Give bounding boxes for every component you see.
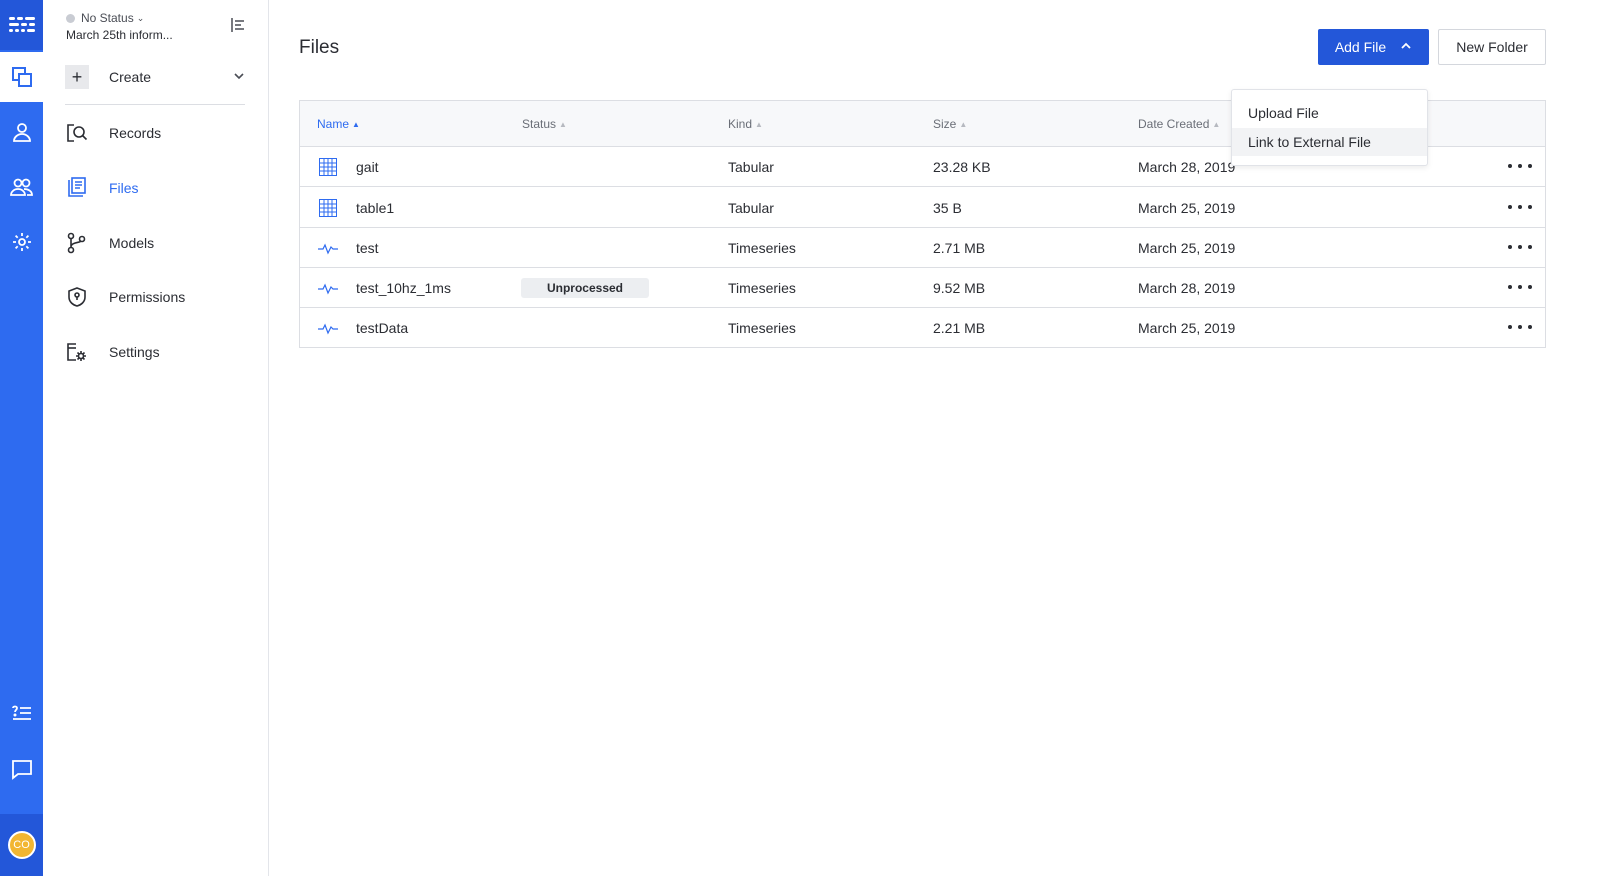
create-label: Create: [109, 69, 152, 85]
avatar[interactable]: CO: [7, 831, 36, 859]
file-kind: Timeseries: [728, 280, 796, 296]
more-options-icon[interactable]: [1508, 197, 1532, 217]
add-file-button[interactable]: Add File: [1318, 29, 1429, 65]
file-kind: Timeseries: [728, 320, 796, 336]
plus-icon: +: [65, 65, 89, 89]
help-list-icon[interactable]: [0, 689, 43, 739]
user-icon[interactable]: [0, 107, 43, 157]
column-header-kind[interactable]: Kind ▲: [728, 117, 763, 131]
chevron-down-icon: [233, 69, 245, 85]
sort-icon: ▲: [559, 119, 567, 129]
file-name[interactable]: test_10hz_1ms: [356, 280, 451, 296]
table-row[interactable]: table1 Tabular 35 B March 25, 2019: [300, 188, 1545, 228]
sidebar-item-files[interactable]: Files: [65, 173, 245, 203]
timeseries-wave-icon: [318, 238, 338, 258]
file-name[interactable]: testData: [356, 320, 408, 336]
file-kind: Tabular: [728, 200, 774, 216]
sidebar-item-label: Files: [109, 180, 139, 196]
file-name[interactable]: gait: [356, 159, 379, 175]
team-icon[interactable]: [0, 162, 43, 212]
file-size: 35 B: [933, 200, 962, 216]
more-options-icon[interactable]: [1508, 156, 1532, 176]
file-date-created: March 28, 2019: [1138, 280, 1236, 296]
menu-item-link-external-file[interactable]: Link to External File: [1232, 128, 1427, 156]
records-search-icon: [65, 121, 89, 145]
status-label: No Status: [81, 11, 134, 25]
sort-icon: ▲: [959, 119, 968, 129]
table-row[interactable]: test_10hz_1ms Unprocessed Timeseries 9.5…: [300, 268, 1545, 308]
file-name[interactable]: table1: [356, 200, 394, 216]
create-button[interactable]: + Create: [65, 62, 245, 92]
menu-item-upload-file[interactable]: Upload File: [1232, 99, 1427, 127]
sidebar-item-permissions[interactable]: Permissions: [65, 282, 245, 312]
status-selector[interactable]: No Status ⌄: [66, 11, 173, 25]
file-kind: Timeseries: [728, 240, 796, 256]
sidebar: No Status ⌄ March 25th inform... + Creat…: [43, 0, 269, 876]
add-file-label: Add File: [1334, 39, 1387, 55]
files-icon: [65, 176, 89, 200]
column-header-status[interactable]: Status ▲: [522, 117, 567, 131]
sidebar-item-label: Settings: [109, 344, 160, 360]
dataset-status-block[interactable]: No Status ⌄ March 25th inform...: [66, 11, 173, 42]
file-size: 23.28 KB: [933, 159, 991, 175]
sidebar-item-label: Models: [109, 235, 155, 251]
column-header-name[interactable]: Name ▲: [317, 117, 360, 131]
file-date-created: March 25, 2019: [1138, 200, 1236, 216]
chat-icon[interactable]: [0, 744, 43, 794]
status-badge: Unprocessed: [521, 278, 649, 298]
sort-icon: ▲: [1212, 119, 1221, 129]
sort-asc-icon: ▲: [352, 119, 360, 129]
more-options-icon[interactable]: [1508, 277, 1532, 297]
file-date-created: March 28, 2019: [1138, 159, 1236, 175]
file-date-created: March 25, 2019: [1138, 240, 1236, 256]
shield-icon: [65, 285, 89, 309]
sidebar-item-label: Permissions: [109, 289, 186, 305]
file-name[interactable]: test: [356, 240, 379, 256]
collapse-sidebar-icon[interactable]: [230, 17, 246, 38]
status-dot: [66, 13, 75, 23]
column-label: Size: [933, 117, 957, 131]
chevron-down-icon: ⌄: [136, 12, 145, 23]
avatar-container: CO: [0, 814, 43, 876]
more-options-icon[interactable]: [1508, 237, 1532, 257]
more-options-icon[interactable]: [1508, 317, 1532, 337]
add-file-dropdown: Upload File Link to External File: [1231, 89, 1428, 166]
column-header-date-created[interactable]: Date Created ▲: [1138, 117, 1220, 131]
timeseries-wave-icon: [318, 318, 338, 338]
sidebar-item-label: Records: [109, 125, 162, 141]
settings-gear-icon: [65, 340, 89, 364]
sort-icon: ▲: [755, 119, 763, 129]
app-logo-icon[interactable]: [0, 0, 43, 50]
column-label: Date Created: [1138, 117, 1210, 131]
new-folder-button[interactable]: New Folder: [1438, 29, 1546, 65]
divider: [65, 104, 245, 105]
file-kind: Tabular: [728, 159, 774, 175]
gear-icon[interactable]: [0, 217, 43, 267]
app-rail: CO: [0, 0, 43, 876]
file-date-created: March 25, 2019: [1138, 320, 1236, 336]
table-row[interactable]: testData Timeseries 2.21 MB March 25, 20…: [300, 308, 1545, 348]
column-label: Status: [522, 117, 557, 131]
sidebar-item-models[interactable]: Models: [65, 228, 245, 258]
column-label: Kind: [728, 117, 753, 131]
timeseries-wave-icon: [318, 278, 338, 298]
column-header-size[interactable]: Size ▲: [933, 117, 967, 131]
dataset-name: March 25th inform...: [66, 28, 173, 42]
chevron-up-icon: [1400, 39, 1412, 55]
column-label: Name: [317, 117, 350, 131]
sidebar-item-settings[interactable]: Settings: [65, 337, 245, 367]
file-size: 2.71 MB: [933, 240, 986, 256]
datasets-icon[interactable]: [0, 52, 43, 102]
sidebar-item-records[interactable]: Records: [65, 118, 245, 148]
table-grid-icon: [318, 157, 338, 177]
file-size: 9.52 MB: [933, 280, 986, 296]
page-title: Files: [299, 37, 340, 58]
file-size: 2.21 MB: [933, 320, 986, 336]
table-grid-icon: [318, 198, 338, 218]
models-graph-icon: [65, 231, 89, 255]
table-row[interactable]: test Timeseries 2.71 MB March 25, 2019: [300, 228, 1545, 268]
